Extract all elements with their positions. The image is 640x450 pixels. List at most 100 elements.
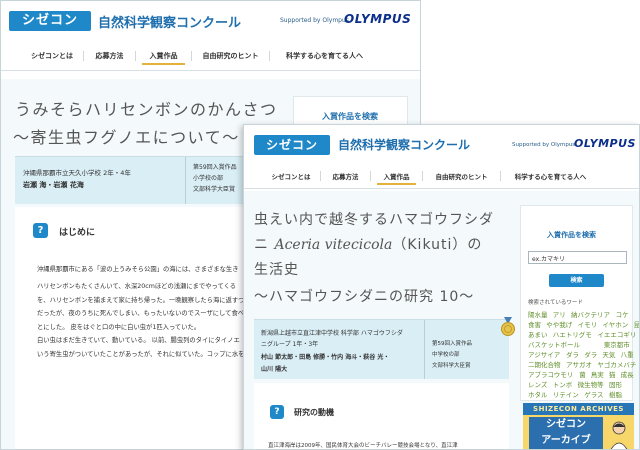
award-year: 第59回入賞作品: [193, 164, 237, 171]
nav-item-apply[interactable]: 応募方法: [83, 50, 135, 61]
site-logo[interactable]: シゼコン: [254, 135, 330, 155]
title-suffix: （Kikuti）の: [392, 237, 483, 253]
keyword-link[interactable]: 食害: [528, 319, 541, 329]
question-icon: ?: [33, 223, 48, 238]
keyword-link[interactable]: 納バクテリア: [571, 309, 610, 319]
site-title[interactable]: 自然科学観察コンクール: [98, 12, 241, 31]
keyword-link[interactable]: 昆形: [634, 319, 639, 329]
author-names: 山川 陽大: [261, 366, 288, 373]
keyword-link[interactable]: 成長: [621, 369, 634, 379]
keyword-link[interactable]: レンズ: [528, 379, 547, 389]
search-input[interactable]: ex.カマキリ: [528, 251, 627, 264]
keyword-link[interactable]: ヤゴカメバチ: [597, 359, 636, 369]
site-logo[interactable]: シゼコン: [9, 11, 91, 31]
medal-icon: [501, 317, 515, 336]
keyword-link[interactable]: 樹脂: [609, 389, 622, 399]
nav-item-hints[interactable]: 自由研究のヒント: [191, 50, 269, 61]
award-division: 中学校の部: [432, 352, 460, 358]
page-title-line-2: ニ Aceria vitecicola（Kikuti）の: [254, 234, 482, 254]
keyword-link[interactable]: やや我げ: [546, 319, 572, 329]
award-division: 小学校の部: [193, 175, 224, 182]
keyword-link[interactable]: アリ: [553, 309, 566, 319]
nav-item-about[interactable]: シゼコンとは: [262, 171, 320, 181]
keyword-link[interactable]: リテイン: [553, 389, 579, 399]
nav-item-winners[interactable]: 入賞作品: [370, 170, 422, 185]
school-name: ニグループ 1年・3年: [261, 341, 319, 348]
keyword-link[interactable]: 東京都市: [604, 339, 630, 349]
nav-item-apply[interactable]: 応募方法: [320, 170, 370, 181]
popular-keywords: 陽水量アリ納バクテリアコケ食害やや我げイモリイヤホン昆形あまいハエトリグモイエエ…: [528, 309, 639, 399]
body-line: 白い虫はまだ生きていて、動いている。 以前、腸虫列のタイにタイノエ: [37, 337, 240, 344]
info-divider: [424, 320, 425, 379]
award-year: 第59回入賞作品: [432, 341, 472, 347]
olympus-logo[interactable]: OLYMPUS: [344, 12, 411, 26]
scientist-illustration: [610, 421, 628, 449]
keyword-link[interactable]: イエエコギリ: [597, 329, 636, 339]
keyword-link[interactable]: アブラコウモリ: [528, 369, 573, 379]
keyword-link[interactable]: ハエトリグモ: [553, 329, 592, 339]
school-name: 新潟県上越市立直江津中学校 科学部 ハマゴウフシダ: [261, 330, 403, 337]
keyword-link[interactable]: アサガオ: [566, 359, 592, 369]
section-heading: 研究の動機: [294, 408, 334, 417]
section-heading: はじめに: [59, 228, 96, 238]
keyword-link[interactable]: 猫: [609, 369, 616, 379]
keyword-link[interactable]: ダラ: [566, 349, 579, 359]
page-title-line-1: 虫えい内で越冬するハマゴウフシダ: [254, 212, 494, 228]
keyword-link[interactable]: イヤホン: [602, 319, 628, 329]
main-nav: シゼコンとは 応募方法 入賞作品 自由研究のヒント 科学する心を育てる人へ: [1, 41, 420, 71]
keyword-link[interactable]: 八重: [621, 349, 634, 359]
body-line: を、ハリセンボンを捕まえて家に持ち帰った。一晩観察したら海に返すつ: [37, 297, 245, 304]
body-line: 直江津海岸は2009年、国民体育大会のビーチバレー競技会場となり、直江津: [268, 443, 458, 449]
nav-item-about[interactable]: シゼコンとは: [21, 51, 83, 61]
keyword-link[interactable]: あまい: [528, 329, 548, 339]
keyword-link[interactable]: トンボ: [553, 379, 573, 389]
supported-by-text: Supported by Olympus: [280, 17, 349, 24]
archive-title: SHIZECON ARCHIVES: [523, 403, 634, 415]
archive-label: シゼコン アーカイブ: [529, 417, 603, 449]
keyword-link[interactable]: ホタル: [528, 389, 548, 399]
nav-item-hints[interactable]: 自由研究のヒント: [422, 170, 500, 181]
keyword-link[interactable]: コケ: [616, 309, 629, 319]
body-line: 沖縄県那覇市にある「波の上うみそら公園」の海には、さまざまな生き: [37, 266, 239, 273]
nav-item-winners[interactable]: 入賞作品: [135, 50, 191, 65]
body-line: とにした。 皮をはぐと口の中に白い虫が1匹入っていた。: [37, 324, 201, 331]
site-title[interactable]: 自然科学観察コンクール: [338, 136, 470, 153]
body-line: だったが、夜のうちに死んでしまい、もったいないのでスーザにして食べ: [37, 310, 245, 317]
search-button[interactable]: 検索: [549, 274, 604, 287]
search-sidebar: 入賞作品を検索 ex.カマキリ 検索 検索されているワード 陽水量 アリ 納バクテリ…: [520, 205, 639, 401]
search-input-value: ex.カマキリ: [532, 256, 566, 263]
title-prefix: ニ: [254, 237, 275, 253]
keyword-link[interactable]: 陽水量: [528, 309, 548, 319]
keyword-link[interactable]: 菌: [579, 369, 586, 379]
archive-line-1: シゼコン: [546, 419, 586, 430]
main-nav: シゼコンとは 応募方法 入賞作品 自由研究のヒント 科学する心を育てる人へ: [244, 163, 639, 189]
keyword-link[interactable]: バスケットボール: [528, 339, 580, 349]
nav-item-educators[interactable]: 科学する心を育てる人へ: [269, 50, 379, 61]
question-icon: ?: [270, 405, 284, 419]
page-title-line-1: うみそらハリセンボンのかんさつ: [15, 100, 278, 119]
nav-item-educators[interactable]: 科学する心を育てる人へ: [500, 170, 600, 181]
keyword-link[interactable]: イモリ: [578, 319, 598, 329]
keyword-link[interactable]: アジサイア: [528, 349, 560, 359]
page-title-line-4: ～ハマゴウフシダニの研究 10～: [254, 289, 475, 305]
keyword-link[interactable]: 天気: [602, 349, 615, 359]
front-window: シゼコン 自然科学観察コンクール Supported by Olympus OL…: [243, 124, 640, 450]
keyword-link[interactable]: ダラ: [584, 349, 597, 359]
info-divider: [185, 157, 186, 204]
article-body: ? 研究の動機 直江津海岸は2009年、国民体育大会のビーチバレー競技会場となり…: [254, 383, 509, 449]
body-line: いう寄生虫がついていたことがあったが、それに似ていた。コップに水を: [37, 351, 245, 358]
keyword-link[interactable]: 微生物等: [578, 379, 604, 389]
keyword-link[interactable]: 固形: [609, 379, 622, 389]
work-info-panel: 新潟県上越市立直江津中学校 科学部 ハマゴウフシダ ニグループ 1年・3年 村山…: [254, 317, 515, 379]
author-names: 岩瀬 海・岩瀬 花海: [23, 181, 84, 189]
keyword-link[interactable]: 鳥実: [591, 369, 604, 379]
olympus-logo[interactable]: OLYMPUS: [574, 137, 636, 150]
keywords-title: 検索されているワード: [528, 300, 583, 306]
supported-by-text: Supported by Olympus: [512, 142, 576, 148]
keyword-link[interactable]: ゲラス: [584, 389, 603, 399]
site-header: シゼコン 自然科学観察コンクール Supported by Olympus OL…: [244, 125, 639, 191]
archive-banner[interactable]: SHIZECON ARCHIVES シゼコン アーカイブ: [523, 403, 634, 449]
keyword-link[interactable]: 二期化合物: [528, 359, 561, 369]
award-name: 文部科学大臣賞: [432, 363, 471, 369]
school-name: 沖縄県那覇市立天久小学校 2年・4年: [23, 169, 131, 177]
